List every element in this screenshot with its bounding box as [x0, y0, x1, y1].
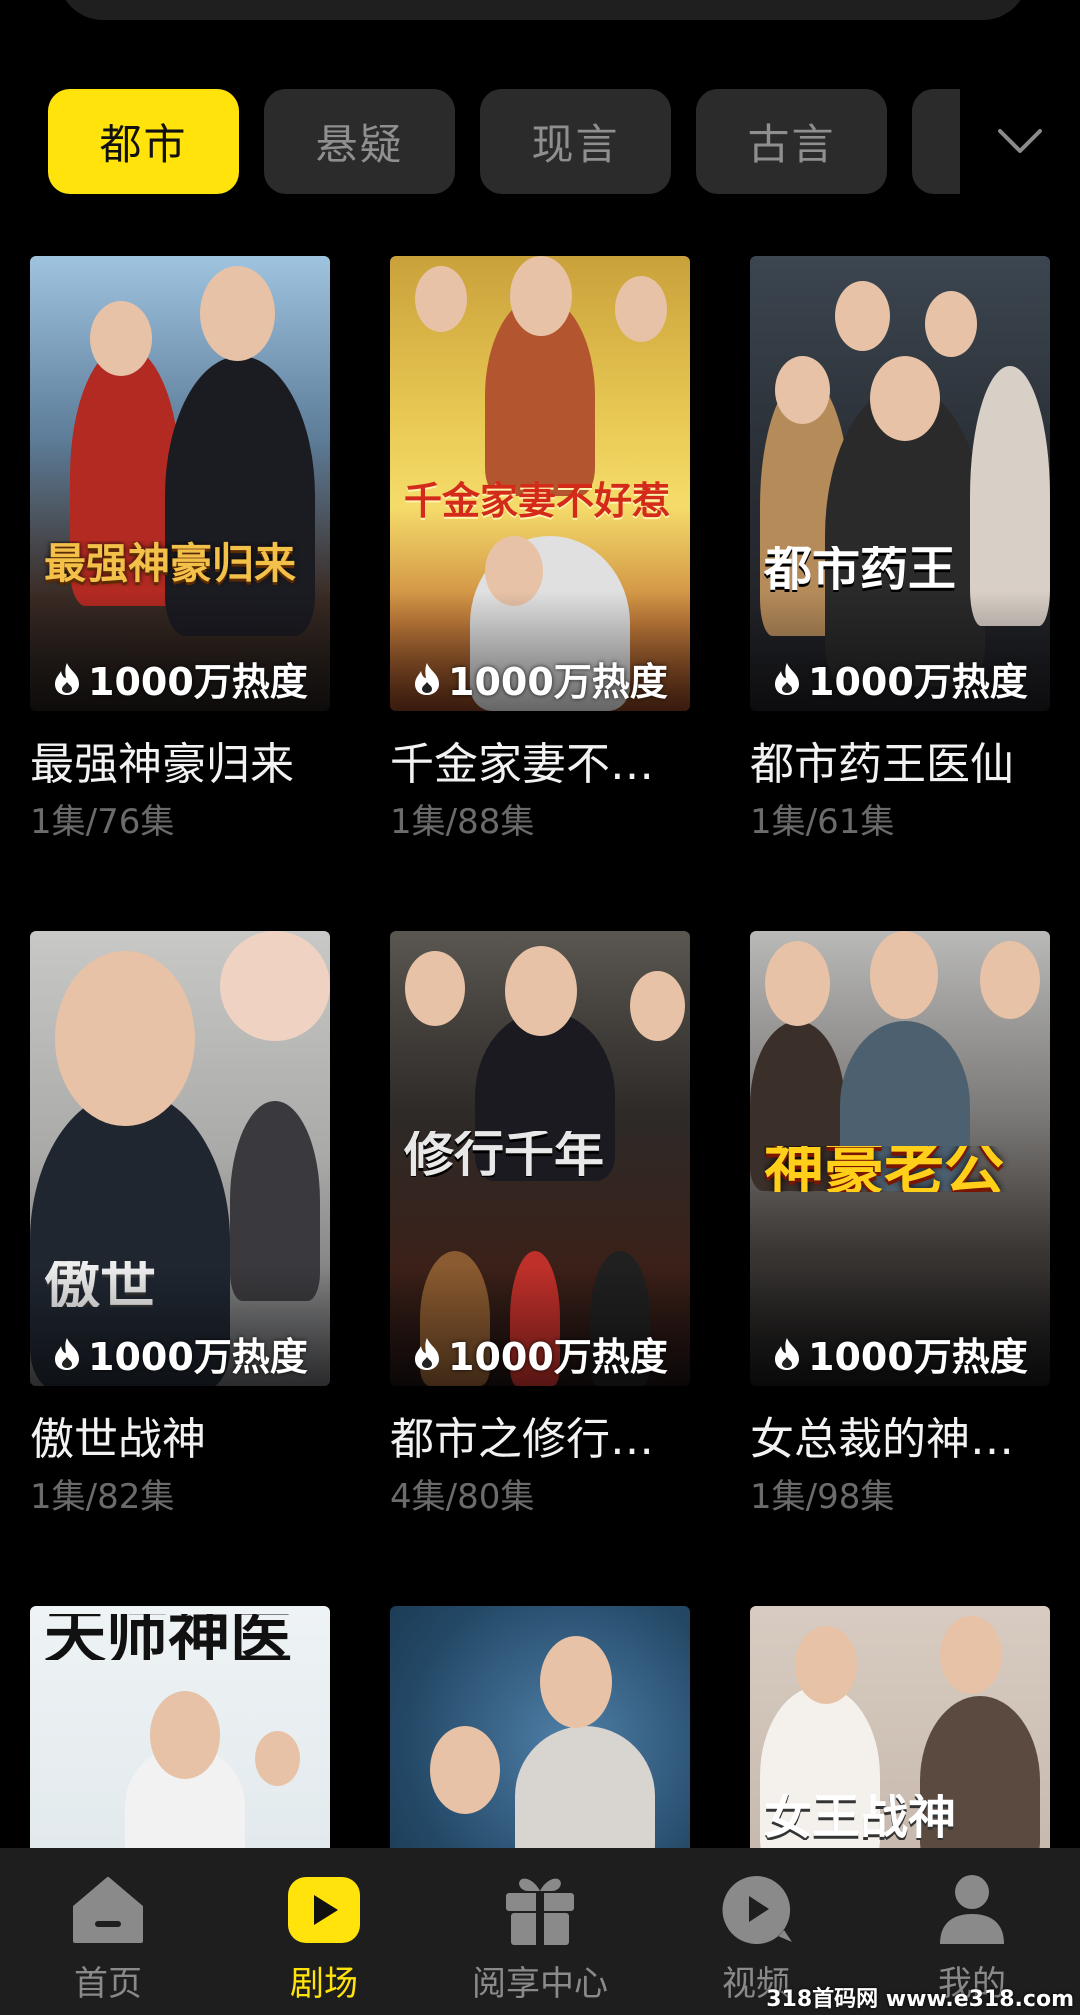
tab-category-more[interactable]	[912, 89, 960, 194]
play-icon	[284, 1870, 364, 1950]
theater-page: 都市 悬疑 现言 古言 最强神豪归来 1000万热度 最强神豪归来 1集/76集	[0, 0, 1080, 2015]
heat-badge: 1000万热度	[52, 651, 308, 706]
heat-badge: 1000万热度	[52, 1326, 308, 1381]
drama-title[interactable]: 最强神豪归来	[30, 728, 330, 792]
flame-icon	[55, 662, 79, 695]
flame-icon	[55, 1337, 79, 1370]
drama-title[interactable]: 都市药王医仙	[750, 728, 1050, 792]
video-icon	[716, 1870, 796, 1950]
poster-title-text: 都市药王	[764, 546, 957, 592]
poster-title-text: 女王战神	[764, 1794, 957, 1840]
tab-category-guyan[interactable]: 古言	[696, 89, 887, 194]
heat-badge: 1000万热度	[412, 1326, 668, 1381]
tab-category-xuanyi[interactable]: 悬疑	[264, 89, 455, 194]
nav-item-theater[interactable]: 剧场	[216, 1848, 432, 2015]
user-icon	[932, 1870, 1012, 1950]
drama-poster[interactable]: 修行千年 1000万热度	[390, 931, 690, 1386]
flame-icon	[775, 1337, 799, 1370]
drama-title[interactable]: 女总裁的神…	[750, 1403, 1050, 1467]
gift-icon	[500, 1870, 580, 1950]
nav-label: 剧场	[290, 1964, 358, 2004]
poster-title-text: 千金家妻不好惹	[404, 478, 671, 523]
episode-count: 1集/98集	[750, 1477, 895, 1517]
nav-label: 首页	[74, 1964, 142, 2004]
drama-title[interactable]: 都市之修行…	[390, 1403, 690, 1467]
heat-badge: 1000万热度	[772, 651, 1028, 706]
heat-badge: 1000万热度	[772, 1326, 1028, 1381]
home-icon	[68, 1870, 148, 1950]
episode-count: 1集/76集	[30, 802, 175, 842]
drama-poster[interactable]: 最强神豪归来 1000万热度	[30, 256, 330, 711]
episode-count: 1集/88集	[390, 802, 535, 842]
drama-poster[interactable]: 傲世 1000万热度	[30, 931, 330, 1386]
poster-title-text: 最强神豪归来	[44, 541, 297, 587]
drama-title[interactable]: 傲世战神	[30, 1403, 330, 1467]
poster-title-text: 神豪老公	[764, 1146, 1004, 1192]
drama-poster[interactable]: 千金家妻不好惹 1000万热度	[390, 256, 690, 711]
flame-icon	[775, 662, 799, 695]
poster-title-text: 修行千年	[404, 1131, 604, 1177]
search-bar[interactable]	[58, 0, 1028, 20]
tab-category-xianyan[interactable]: 现言	[480, 89, 671, 194]
drama-poster[interactable]: 神豪老公 1000万热度	[750, 931, 1050, 1386]
episode-count: 1集/82集	[30, 1477, 175, 1517]
flame-icon	[415, 662, 439, 695]
episode-count: 1集/61集	[750, 802, 895, 842]
tab-category-dushi[interactable]: 都市	[48, 89, 239, 194]
heat-badge: 1000万热度	[412, 651, 668, 706]
drama-poster[interactable]: 都市药王 1000万热度	[750, 256, 1050, 711]
category-tabs: 都市 悬疑 现言 古言	[48, 89, 960, 194]
nav-label: 阅享中心	[472, 1964, 608, 2004]
watermark-text: 318首码网 www.e318.com	[766, 1987, 1074, 2012]
episode-count: 4集/80集	[390, 1477, 535, 1517]
drama-title[interactable]: 千金家妻不…	[390, 728, 690, 792]
poster-title-text: 天师神医	[44, 1614, 293, 1660]
chevron-down-icon[interactable]	[990, 112, 1050, 172]
nav-item-reading-center[interactable]: 阅享中心	[432, 1848, 648, 2015]
nav-item-home[interactable]: 首页	[0, 1848, 216, 2015]
flame-icon	[415, 1337, 439, 1370]
